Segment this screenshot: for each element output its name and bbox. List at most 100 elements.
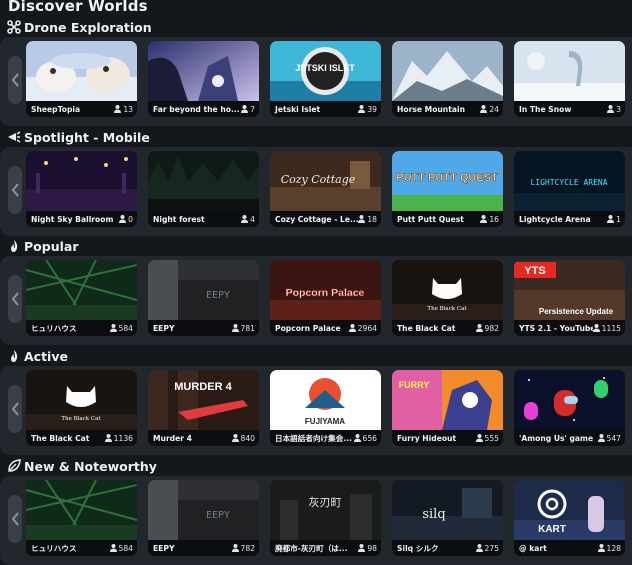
section-title: New & Noteworthy — [24, 458, 157, 474]
world-card-night-sky-ballroom[interactable]: Night Sky Ballroom 0 — [26, 151, 137, 227]
player-count: 2964 — [357, 323, 377, 333]
section-title: Spotlight - Mobile — [24, 129, 150, 145]
world-name: Putt Putt Quest — [397, 214, 464, 224]
leaf-icon — [7, 459, 21, 473]
world-name: Popcorn Palace — [275, 323, 341, 333]
world-card-hyurihaus[interactable]: ヒュリハウス 584 — [26, 260, 137, 336]
section-popular: Popular ヒュリハウス 584 EEPY EEPY 781 Popcorn… — [0, 237, 632, 347]
world-card-the-black-cat-active[interactable]: The Black Cat The Black Cat 1136 — [26, 370, 137, 446]
world-thumbnail: FURRY — [392, 370, 503, 430]
world-name: Jetski Islet — [275, 104, 321, 114]
world-thumbnail: LIGHTCYCLE ARENA — [514, 151, 625, 211]
world-name: In The Snow — [519, 104, 572, 114]
world-card-cozy-cottage[interactable]: Cozy Cottage Cozy Cottage - Le... 18 — [270, 151, 381, 227]
world-card-silq[interactable]: silq Silq シルク 275 — [392, 480, 503, 556]
world-card-murder-4[interactable]: MURDER 4 Murder 4 840 — [148, 370, 259, 446]
world-name: Night forest — [153, 214, 205, 224]
world-name: Cozy Cottage - Le... — [275, 214, 359, 224]
world-thumbnail — [26, 260, 137, 320]
world-card-at-kart[interactable]: KART @ kart 128 — [514, 480, 625, 556]
world-card-eepy[interactable]: EEPY EEPY 781 — [148, 260, 259, 336]
thumbnail-text: KART — [538, 524, 566, 535]
player-count: 128 — [606, 543, 622, 553]
world-card-sheeptopia[interactable]: SheepTopia 13 — [26, 41, 137, 117]
world-name: Furry Hideout — [397, 433, 457, 443]
thumbnail-text: FURRY — [399, 380, 430, 390]
world-name: The Black Cat — [397, 323, 456, 333]
world-thumbnail: Cozy Cottage — [270, 151, 381, 211]
world-card-hyurihaus-new[interactable]: ヒュリハウス 584 — [26, 480, 137, 556]
world-name: Murder 4 — [153, 433, 192, 443]
world-card-night-forest[interactable]: Night forest 4 — [148, 151, 259, 227]
thumbnail-text: Cozy Cottage — [281, 173, 356, 186]
world-card-horse-mountain[interactable]: Horse Mountain 24 — [392, 41, 503, 117]
user-icon — [597, 434, 605, 442]
player-count: 24 — [489, 104, 499, 114]
player-count: 18 — [367, 214, 377, 224]
user-icon — [109, 324, 117, 332]
player-count: 656 — [362, 433, 378, 443]
world-thumbnail: Popcorn Palace — [270, 260, 381, 320]
world-thumbnail: MURDER 4 — [148, 370, 259, 430]
world-thumbnail: The Black Cat — [26, 370, 137, 430]
user-icon — [241, 215, 249, 223]
thumbnail-text: FUJIYAMA — [305, 417, 345, 426]
world-card-eepy-new[interactable]: EEPY EEPY 782 — [148, 480, 259, 556]
world-card-fujiyama[interactable]: FUJIYAMA 日本語話者向け集会... 656 — [270, 370, 381, 446]
player-count: 98 — [367, 543, 377, 553]
user-icon — [607, 215, 615, 223]
chevron-left-icon — [11, 402, 19, 416]
world-thumbnail: silq — [392, 480, 503, 540]
thumbnail-text: EEPY — [206, 510, 230, 521]
user-icon — [475, 544, 483, 552]
world-card-the-black-cat[interactable]: The Black Cat The Black Cat 982 — [392, 260, 503, 336]
thumbnail-text: JETSKI ISLET — [295, 63, 355, 73]
user-icon — [358, 105, 366, 113]
player-count: 7 — [250, 104, 255, 114]
player-count: 0 — [128, 214, 133, 224]
user-icon — [353, 434, 361, 442]
scroll-left-button[interactable] — [8, 495, 22, 543]
scroll-left-button[interactable] — [8, 166, 22, 214]
user-icon — [480, 105, 488, 113]
world-thumbnail: FUJIYAMA — [270, 370, 381, 430]
world-name: Silq シルク — [397, 543, 439, 553]
section-active: Active The Black Cat The Black Cat 1136 … — [0, 347, 632, 457]
chevron-left-icon — [11, 292, 19, 306]
thumbnail-badge: YTS — [524, 265, 545, 277]
section-drone-exploration: Drone Exploration SheepTopia 13 Far beyo… — [0, 18, 632, 128]
thumbnail-text: EEPY — [206, 290, 230, 301]
world-thumbnail: The Black Cat — [392, 260, 503, 320]
world-name: EEPY — [153, 543, 175, 553]
player-count: 782 — [240, 543, 256, 553]
world-card-among-us[interactable]: 'Among Us' game 547 — [514, 370, 625, 446]
spotlight-icon — [7, 130, 21, 144]
world-card-lightcycle-arena[interactable]: LIGHTCYCLE ARENA Lightcycle Arena 1 — [514, 151, 625, 227]
scroll-left-button[interactable] — [8, 56, 22, 104]
world-thumbnail — [26, 151, 137, 211]
player-count: 16 — [489, 214, 499, 224]
world-card-in-the-snow[interactable]: In The Snow 3 — [514, 41, 625, 117]
world-card-jetski-islet[interactable]: JETSKI ISLET Jetski Islet 39 — [270, 41, 381, 117]
world-name: Night Sky Ballroom — [31, 214, 114, 224]
world-thumbnail: PUTT PUTT QUEST — [392, 151, 503, 211]
world-name: ヒュリハウス — [31, 543, 77, 553]
world-card-putt-putt-quest[interactable]: PUTT PUTT QUEST Putt Putt Quest 16 — [392, 151, 503, 227]
thumbnail-text: LIGHTCYCLE ARENA — [530, 178, 607, 187]
world-card-haitoshi[interactable]: 灰刃町 廃都市-灰刃町（は... 98 — [270, 480, 381, 556]
world-thumbnail: EEPY — [148, 480, 259, 540]
world-card-yts[interactable]: YTS Persistence Update YTS 2.1 - YouTube.… — [514, 260, 625, 336]
world-thumbnail: YTS Persistence Update — [514, 260, 625, 320]
world-card-furry-hideout[interactable]: FURRY Furry Hideout 555 — [392, 370, 503, 446]
drone-icon — [7, 20, 21, 34]
scroll-left-button[interactable] — [8, 275, 22, 323]
world-card-popcorn-palace[interactable]: Popcorn Palace Popcorn Palace 2964 — [270, 260, 381, 336]
section-title: Drone Exploration — [24, 19, 152, 35]
user-icon — [104, 434, 112, 442]
world-card-far-beyond[interactable]: Far beyond the ho... 7 — [148, 41, 259, 117]
page-title: Discover Worlds — [8, 0, 148, 15]
chevron-left-icon — [11, 183, 19, 197]
scroll-left-button[interactable] — [8, 385, 22, 433]
world-thumbnail — [148, 41, 259, 101]
world-thumbnail — [514, 370, 625, 430]
